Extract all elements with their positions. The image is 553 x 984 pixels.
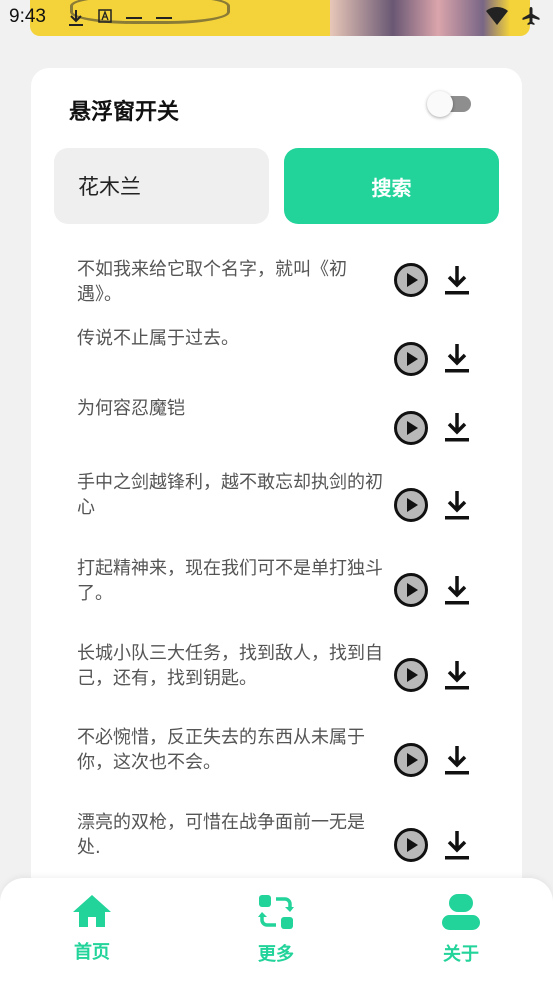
- search-input[interactable]: [54, 148, 269, 224]
- float-window-label: 悬浮窗开关: [69, 100, 180, 125]
- play-icon: [407, 668, 418, 682]
- status-dash: [156, 17, 172, 19]
- voice-line-text: 传说不止属于过去。: [77, 328, 239, 349]
- a-badge-icon: [98, 9, 112, 31]
- nav-label-home: 首页: [74, 942, 110, 963]
- download-button[interactable]: [443, 574, 471, 606]
- play-icon: [407, 273, 418, 287]
- download-button[interactable]: [443, 659, 471, 691]
- download-button[interactable]: [443, 489, 471, 521]
- wifi-icon: [485, 6, 509, 31]
- play-icon: [407, 352, 418, 366]
- airplane-icon: [521, 6, 541, 31]
- download-icon: [68, 9, 84, 31]
- download-button[interactable]: [443, 342, 471, 374]
- play-icon: [407, 421, 418, 435]
- voice-line-text: 手中之剑越锋利，越不敢忘却执剑的初心: [77, 472, 383, 518]
- status-bar: 9:43: [0, 0, 553, 36]
- home-icon: [73, 895, 111, 927]
- play-button[interactable]: [394, 743, 428, 777]
- play-button[interactable]: [394, 263, 428, 297]
- banner-character-art: [330, 0, 510, 36]
- play-icon: [407, 753, 418, 767]
- list-item: 漂亮的双枪，可惜在战争面前一无是处.: [31, 796, 522, 868]
- play-button[interactable]: [394, 658, 428, 692]
- download-button[interactable]: [443, 264, 471, 296]
- list-item: 打起精神来，现在我们可不是单打独斗了。: [31, 540, 522, 612]
- status-time: 9:43: [9, 6, 46, 27]
- play-button[interactable]: [394, 828, 428, 862]
- status-icons-left: [68, 9, 172, 31]
- bottom-nav: 首页 更多 关于: [0, 878, 553, 984]
- float-window-row: 悬浮窗开关: [31, 68, 522, 148]
- person-icon: [442, 894, 480, 930]
- nav-label-more: 更多: [258, 944, 294, 965]
- voice-line-text: 漂亮的双枪，可惜在战争面前一无是处.: [77, 812, 365, 858]
- main-card: 悬浮窗开关 搜索 不如我来给它取个名字，就叫《初遇》。 传说不止属于过去。 为何…: [31, 68, 522, 984]
- list-item: 传说不止属于过去。: [31, 322, 522, 394]
- nav-item-about[interactable]: 关于: [416, 894, 506, 974]
- voice-line-text: 不必惋惜，反正失去的东西从未属于你，这次也不会。: [77, 727, 365, 773]
- play-icon: [407, 838, 418, 852]
- voice-line-text: 不如我来给它取个名字，就叫《初遇》。: [77, 259, 347, 305]
- search-button[interactable]: 搜索: [284, 148, 499, 224]
- list-item: 长城小队三大任务，找到敌人，找到自己，还有，找到钥匙。: [31, 626, 522, 698]
- download-button[interactable]: [443, 744, 471, 776]
- nav-item-home[interactable]: 首页: [47, 894, 137, 974]
- nav-label-about: 关于: [443, 944, 479, 965]
- play-button[interactable]: [394, 411, 428, 445]
- swap-icon: [258, 895, 294, 929]
- toggle-thumb: [427, 91, 453, 117]
- play-icon: [407, 498, 418, 512]
- play-button[interactable]: [394, 488, 428, 522]
- list-item: 不如我来给它取个名字，就叫《初遇》。: [31, 244, 522, 316]
- download-button[interactable]: [443, 411, 471, 443]
- voice-line-text: 打起精神来，现在我们可不是单打独斗了。: [77, 558, 383, 604]
- play-button[interactable]: [394, 573, 428, 607]
- list-item: 手中之剑越锋利，越不敢忘却执剑的初心: [31, 454, 522, 526]
- float-window-toggle[interactable]: [427, 90, 475, 118]
- list-item: 不必惋惜，反正失去的东西从未属于你，这次也不会。: [31, 711, 522, 783]
- voice-line-text: 为何容忍魔铠: [77, 398, 185, 419]
- voice-line-text: 长城小队三大任务，找到敌人，找到自己，还有，找到钥匙。: [77, 643, 383, 689]
- status-icons-right: [485, 6, 541, 31]
- play-icon: [407, 583, 418, 597]
- play-button[interactable]: [394, 342, 428, 376]
- download-button[interactable]: [443, 829, 471, 861]
- nav-item-more[interactable]: 更多: [231, 894, 321, 974]
- status-dash: [126, 17, 142, 19]
